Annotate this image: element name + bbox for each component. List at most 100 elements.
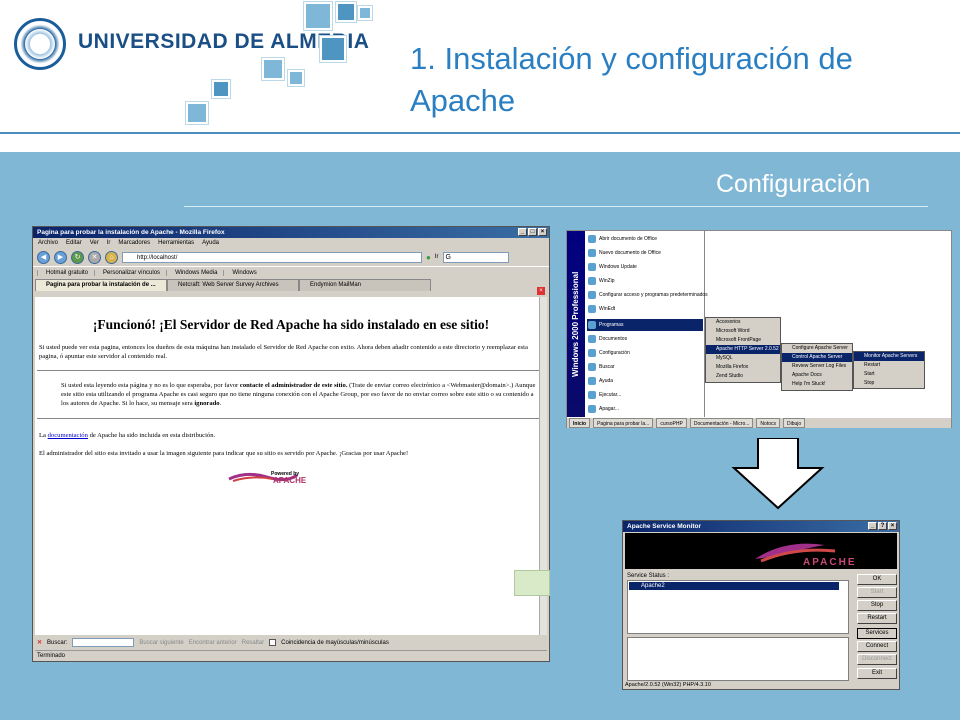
- close-button[interactable]: ×: [538, 228, 547, 236]
- start-button[interactable]: Start: [857, 587, 897, 598]
- submenu-item[interactable]: Configure Apache Server: [782, 344, 852, 353]
- menu-ir[interactable]: Ir: [107, 238, 111, 248]
- docs-text-a: La: [39, 432, 46, 439]
- menu-item[interactable]: Buscar: [587, 361, 703, 373]
- close-button[interactable]: ×: [888, 522, 897, 530]
- menu-item[interactable]: WinEdt: [587, 303, 703, 315]
- go-arrow-icon[interactable]: ●: [426, 253, 431, 262]
- decor-box: [514, 570, 550, 596]
- help-button[interactable]: ?: [878, 522, 887, 530]
- submenu-item[interactable]: Microsoft FrontPage: [706, 336, 780, 345]
- windows-banner: Windows 2000 Professional: [567, 231, 585, 417]
- tab-mailman[interactable]: Endymion MailMan: [299, 279, 431, 291]
- find-next-button[interactable]: Buscar siguiente: [139, 640, 183, 646]
- submenu-item[interactable]: MySQL: [706, 354, 780, 363]
- taskbar-item[interactable]: Notocs: [756, 418, 780, 428]
- ok-button[interactable]: OK: [857, 574, 897, 585]
- menu-herramientas[interactable]: Herramientas: [158, 238, 194, 248]
- stop-button[interactable]: Stop: [857, 600, 897, 611]
- close-tab-icon[interactable]: ×: [537, 287, 545, 295]
- menu-item[interactable]: Windows Update: [587, 261, 703, 273]
- service-list[interactable]: Apache2: [627, 580, 849, 634]
- taskbar: Inicio Pagina para probar la... cursoPHP…: [567, 417, 951, 428]
- submenu-item[interactable]: Zend Studio: [706, 372, 780, 381]
- go-label[interactable]: Ir: [435, 254, 439, 260]
- documentation-link[interactable]: documentación: [48, 432, 88, 439]
- svcmon-titlebar[interactable]: Apache Service Monitor _ ? ×: [623, 521, 899, 532]
- programs-submenu: Accesorios Microsoft Word Microsoft Fron…: [705, 317, 781, 383]
- taskbar-item[interactable]: Pagina para probar la...: [593, 418, 654, 428]
- taskbar-item[interactable]: cursoPHP: [656, 418, 687, 428]
- control-submenu: Monitor Apache Servers Restart Start Sto…: [853, 351, 925, 389]
- match-case-checkbox[interactable]: [269, 639, 277, 646]
- services-button[interactable]: Services: [857, 628, 897, 639]
- powered-by-apache-logo: Powered by APACHE: [227, 469, 355, 485]
- forward-icon[interactable]: ▶: [54, 250, 67, 264]
- bookmark-hotmail[interactable]: Hotmail gratuito: [37, 269, 88, 276]
- menu-item[interactable]: Nuevo documento de Office: [587, 247, 703, 259]
- find-input[interactable]: [72, 638, 135, 647]
- menu-item-programas[interactable]: Programas: [587, 319, 703, 331]
- decor-square: [336, 2, 356, 22]
- submenu-item[interactable]: Start: [854, 370, 924, 379]
- svcmon-title: Apache Service Monitor: [627, 523, 702, 530]
- disconnect-button[interactable]: Disconnect: [857, 654, 897, 665]
- page-content: ¡Funcionó! ¡El Servidor de Red Apache ha…: [35, 297, 547, 635]
- bookmark-windows[interactable]: Windows: [223, 269, 257, 276]
- bookmark-windows-media[interactable]: Windows Media: [166, 269, 217, 276]
- tab-netcraft[interactable]: Netcraft: Web Server Survey Archives: [167, 279, 299, 291]
- menu-item[interactable]: Abrir documento de Office: [587, 233, 703, 245]
- service-item-apache2[interactable]: Apache2: [629, 582, 839, 590]
- start-button[interactable]: Inicio: [569, 418, 591, 428]
- menu-marcadores[interactable]: Marcadores: [118, 238, 150, 248]
- admin-paragraph: El administrador del sitio esta invitado…: [39, 450, 409, 457]
- slide-header: UNIVERSIDAD DE ALMERIA 1. Instalación y …: [0, 0, 960, 132]
- menu-item[interactable]: Configuración: [587, 347, 703, 359]
- home-icon[interactable]: ⌂: [105, 250, 118, 264]
- exit-button[interactable]: Exit: [857, 668, 897, 679]
- menu-ayuda[interactable]: Ayuda: [202, 238, 219, 248]
- menu-item[interactable]: Documentos: [587, 333, 703, 345]
- find-prev-button[interactable]: Encontrar anterior: [189, 640, 237, 646]
- maximize-button[interactable]: □: [528, 228, 537, 236]
- menu-ver[interactable]: Ver: [90, 238, 99, 248]
- highlight-button[interactable]: Resaltar: [242, 640, 264, 646]
- search-input[interactable]: G: [442, 251, 509, 263]
- minimize-button[interactable]: _: [518, 228, 527, 236]
- menu-editar[interactable]: Editar: [66, 238, 82, 248]
- menu-item[interactable]: Ejecutar...: [587, 389, 703, 401]
- service-log-area: [627, 637, 849, 681]
- menu-item[interactable]: WinZip: [587, 275, 703, 287]
- submenu-item[interactable]: Stop: [854, 379, 924, 388]
- reload-icon[interactable]: ↻: [71, 250, 84, 264]
- submenu-item[interactable]: Microsoft Word: [706, 327, 780, 336]
- menu-archivo[interactable]: Archivo: [38, 238, 58, 248]
- apache-banner-logo: APACHE: [625, 533, 897, 569]
- submenu-item[interactable]: Mozilla Firefox: [706, 363, 780, 372]
- firefox-titlebar[interactable]: Pagina para probar la instalación de Apa…: [33, 227, 549, 238]
- submenu-item[interactable]: Review Server Log Files: [782, 362, 852, 371]
- submenu-item-control[interactable]: Control Apache Server: [782, 353, 852, 362]
- submenu-item-apache[interactable]: Apache HTTP Server 2.0.52: [706, 345, 780, 354]
- tab-apache-test[interactable]: Pagina para probar la instalación de ...: [35, 279, 167, 291]
- submenu-item[interactable]: Restart: [854, 361, 924, 370]
- window-title: Pagina para probar la instalación de Apa…: [37, 229, 225, 236]
- contact-admin-text: contacte el administrador de este sitio.: [239, 382, 348, 389]
- menu-item[interactable]: Apagar...: [587, 403, 703, 415]
- stop-icon[interactable]: ✕: [88, 250, 101, 264]
- connect-button[interactable]: Connect: [857, 641, 897, 652]
- submenu-item[interactable]: Help I'm Stuck!: [782, 380, 852, 389]
- url-input[interactable]: http://localhost/: [122, 251, 422, 263]
- taskbar-item[interactable]: Dibujo: [782, 418, 806, 428]
- menu-item[interactable]: Ayuda: [587, 375, 703, 387]
- minimize-button[interactable]: _: [868, 522, 877, 530]
- menu-item[interactable]: Configurar acceso y programas predetermi…: [587, 289, 708, 301]
- bookmark-personalizar[interactable]: Personalizar vínculos: [94, 269, 160, 276]
- submenu-item[interactable]: Apache Docs: [782, 371, 852, 380]
- close-find-icon[interactable]: ✕: [37, 639, 42, 646]
- back-icon[interactable]: ◀: [37, 250, 50, 264]
- restart-button[interactable]: Restart: [857, 613, 897, 624]
- taskbar-item[interactable]: Documentación - Micro...: [689, 418, 754, 428]
- submenu-item-monitor[interactable]: Monitor Apache Servers: [854, 352, 924, 361]
- submenu-item[interactable]: Accesorios: [706, 318, 780, 327]
